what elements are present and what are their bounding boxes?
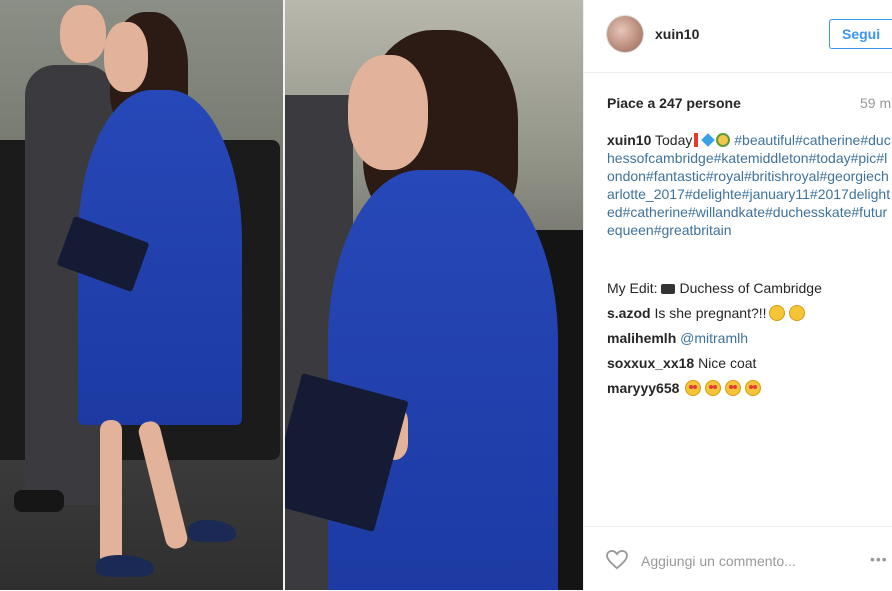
post-time[interactable]: 59 m [860,95,891,111]
photo-panel-right [283,0,583,590]
blue-heart-icon [701,133,716,147]
heart-eyes-icon [745,380,762,396]
comment-author[interactable]: s.azod [607,305,651,321]
more-options-button[interactable]: ••• [870,551,888,567]
man-shoe [14,490,64,512]
leg-left-1 [100,420,122,570]
like-heart-icon[interactable] [606,550,628,570]
woman-face-left [104,22,148,92]
photo-divider [283,0,285,590]
comment-author[interactable]: soxxux_xx18 [607,355,694,371]
post-caption: xuin10 Today #beautiful#catherine#duches… [607,131,892,239]
likes-count[interactable]: Piace a 247 persone [607,95,741,111]
comment-prefix: My Edit: [607,280,658,296]
comment-item: soxxux_xx18 Nice coat [607,351,892,376]
comment-mention[interactable]: @mitramlh [680,330,748,346]
username-link[interactable]: xuin10 [655,26,699,42]
caption-author[interactable]: xuin10 [607,132,651,148]
post-header: xuin10 Segui [584,0,892,73]
post-photo[interactable] [0,0,583,590]
comment-author[interactable]: malihemlh [607,330,676,346]
comment-list: My Edit: Duchess of Cambridge s.azod Is … [607,276,892,401]
comment-author[interactable]: maryyy658 [607,380,679,396]
camera-icon [661,284,676,294]
heart-eyes-icon [685,380,702,396]
avatar[interactable] [606,15,644,53]
shoe-left-2 [188,520,236,542]
instagram-post-view: xuin10 Segui Piace a 247 persone 59 m xu… [0,0,892,590]
comment-item: malihemlh @mitramlh [607,326,892,351]
man-face [60,5,106,63]
shoe-left-1 [96,555,154,577]
comment-text: Duchess of Cambridge [679,280,822,296]
thinking-face-icon [768,305,785,321]
caption-text: Today [655,132,693,148]
heart-eyes-icon [725,380,742,396]
photo-panel-left [0,0,283,590]
post-sidebar: xuin10 Segui Piace a 247 persone 59 m xu… [583,0,892,590]
exclamation-icon [694,133,699,147]
add-comment-input[interactable]: Aggiungi un commento... [641,553,796,569]
comment-item: My Edit: Duchess of Cambridge [607,276,892,301]
thinking-face-icon [788,305,805,321]
comment-text: Is she pregnant?!! [654,305,767,321]
woman-face-right [348,55,428,170]
follow-button[interactable]: Segui [829,19,892,49]
heart-eyes-icon [705,380,722,396]
post-footer: Aggiungi un commento... ••• [584,526,892,591]
bouquet-icon [716,133,731,147]
comment-text: Nice coat [698,355,757,371]
comment-item: maryyy658 [607,376,892,401]
comment-item: s.azod Is she pregnant?!! [607,301,892,326]
